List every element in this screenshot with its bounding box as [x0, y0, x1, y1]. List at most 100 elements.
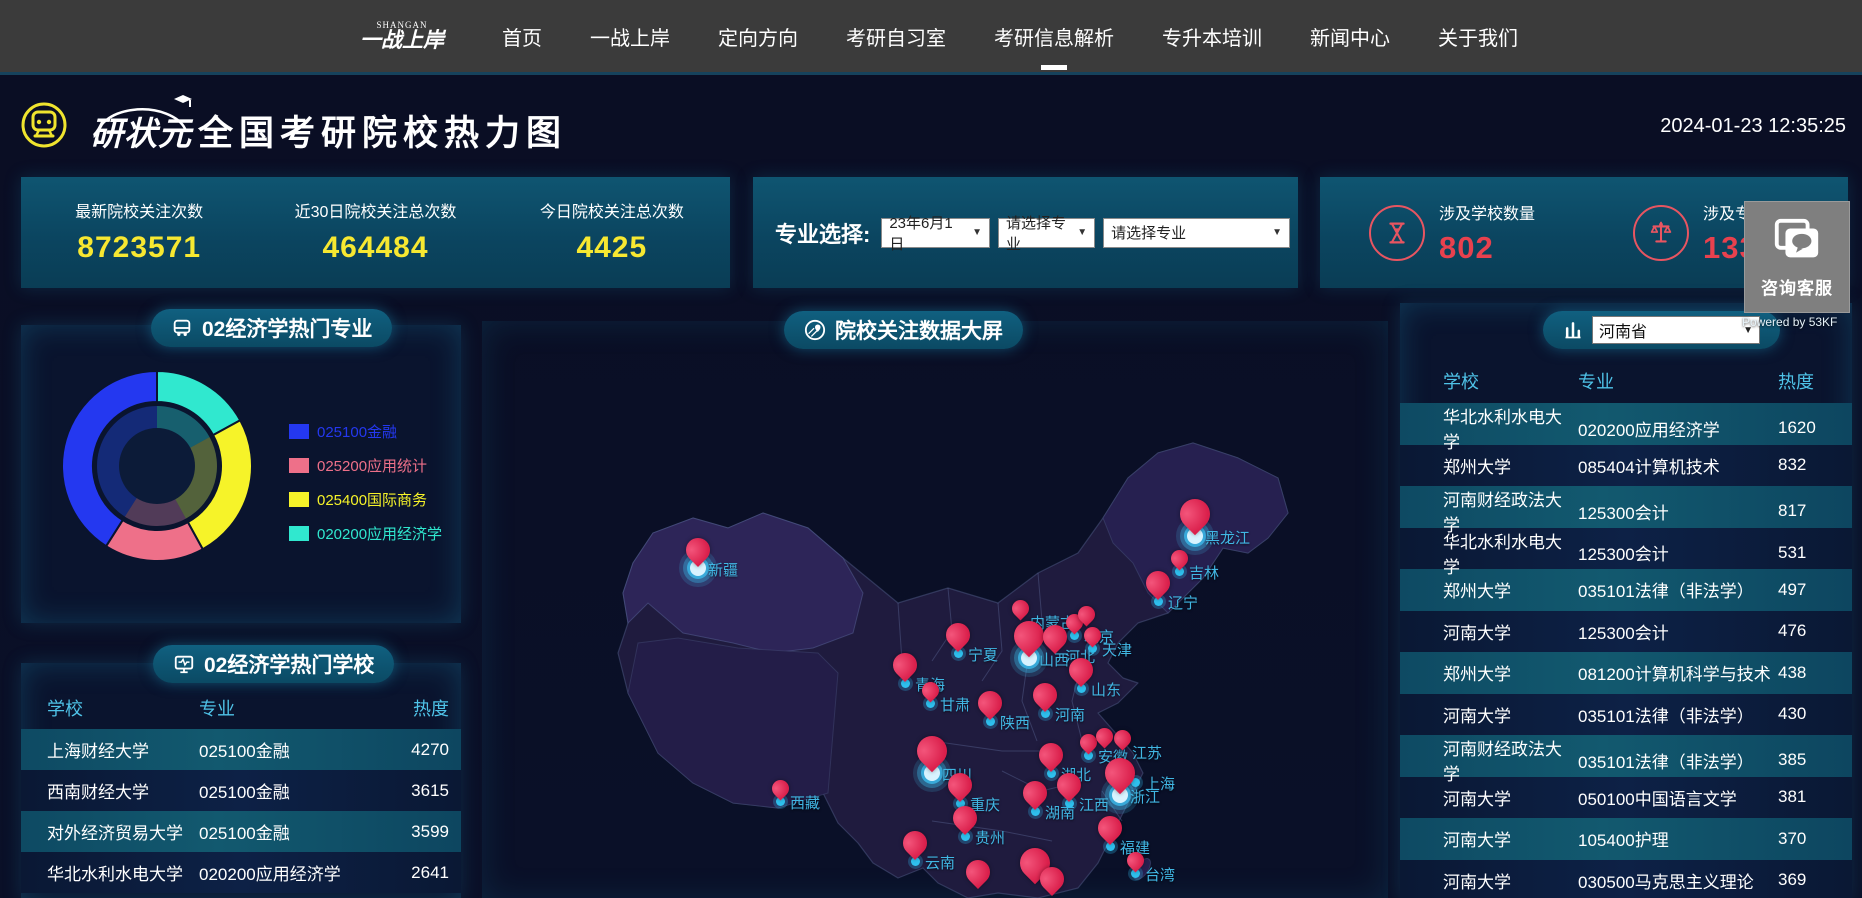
cell-heat: 2641: [359, 863, 461, 883]
pin-label: 河南: [1055, 704, 1085, 725]
legend-item[interactable]: 025100金融: [289, 421, 442, 442]
cell-heat: 430: [1778, 704, 1852, 724]
nav-menu: 首页 一战上岸 定向方向 考研自习室 考研信息解析 专升本培训 新闻中心 关于我…: [478, 0, 1542, 72]
cell-major: 081200计算机科学与技术: [1578, 660, 1778, 685]
site-logo[interactable]: SHANGAN 一战上岸: [360, 21, 444, 51]
nav-item-zixishi[interactable]: 考研自习室: [822, 0, 970, 72]
cell-school: 河南大学: [1443, 868, 1578, 893]
cell-school: 对外经济贸易大学: [47, 819, 199, 844]
stat-value: 464484: [257, 231, 493, 265]
cell-school: 华北水利水电大学: [1443, 528, 1578, 578]
cell-school: 河南大学: [1443, 619, 1578, 644]
major-filter-panel: 专业选择: 23年6月1日 ▼ 请选择专业 ▼ 请选择专业 ▼: [753, 177, 1298, 288]
pin-icon: [1008, 596, 1032, 620]
stat-value: 8723571: [21, 231, 257, 265]
cell-major: 105400护理: [1578, 826, 1778, 851]
cell-major: 125300会计: [1578, 499, 1778, 524]
stat-schools: 涉及学校数量 802: [1320, 177, 1584, 288]
cell-major: 035101法律（非法学）: [1578, 748, 1778, 773]
cell-major: 050100中国语言文学: [1578, 785, 1778, 810]
map-pins-layer: 新疆黑龙江吉林辽宁内蒙古北京天津宁夏山西河北山东青海甘肃陕西河南西藏四川重庆贵州…: [482, 321, 1388, 898]
province-table-body: 华北水利水电大学020200应用经济学1620郑州大学085404计算机技术83…: [1400, 403, 1852, 898]
cell-heat: 381: [1778, 787, 1852, 807]
table-row: 河南财经政法大学035101法律（非法学）385: [1400, 735, 1852, 777]
hot-schools-table-header: 学校 专业 热度: [21, 687, 461, 729]
hot-schools-title: 02经济学热门学校: [204, 649, 374, 679]
stat-value: 802: [1439, 230, 1535, 266]
date-select-value: 23年6月1日: [889, 212, 964, 254]
pin-label: 西藏: [790, 792, 820, 813]
cell-school: 郑州大学: [1443, 660, 1578, 685]
majors-donut-chart: [57, 366, 257, 566]
train-logo-icon: [20, 101, 68, 149]
nav-item-zhuanshengben[interactable]: 专升本培训: [1138, 0, 1286, 72]
dashboard-body: 研状元 全国考研院校热力图 2024-01-23 12:35:25 最新院校关注…: [0, 72, 1862, 898]
filter-label: 专业选择:: [775, 217, 870, 249]
brand-logo: 研状元: [82, 91, 204, 153]
province-select[interactable]: 河南省 ▼: [1592, 316, 1760, 344]
cell-major: 035101法律（非法学）: [1578, 702, 1778, 727]
cell-school: 华北水利水电大学: [47, 860, 199, 885]
pin-label: 陕西: [1000, 712, 1030, 733]
cell-school: 河南大学: [1443, 702, 1578, 727]
nav-item-about[interactable]: 关于我们: [1414, 0, 1542, 72]
pin-label: 台湾: [1145, 864, 1175, 885]
table-row: 华北水利水电大学125300会计531: [1400, 528, 1852, 570]
nav-item-yizhan[interactable]: 一战上岸: [566, 0, 694, 72]
cell-heat: 370: [1778, 829, 1852, 849]
legend-item[interactable]: 025200应用统计: [289, 455, 442, 476]
stat-latest: 最新院校关注次数 8723571: [21, 177, 257, 288]
nav-item-home[interactable]: 首页: [478, 0, 566, 72]
pin-label: 天津: [1102, 639, 1132, 660]
cell-heat: 531: [1778, 543, 1852, 563]
pin-icon: [768, 776, 792, 800]
hot-majors-header: 02经济学热门专业: [151, 309, 392, 347]
col-heat: 热度: [359, 695, 461, 721]
table-row: 河南大学105400护理370: [1400, 818, 1852, 860]
table-row: 西南财经大学025100金融3615: [21, 770, 461, 811]
legend-label: 025200应用统计: [317, 455, 427, 476]
major-select-2[interactable]: 请选择专业 ▼: [1103, 218, 1290, 248]
cell-heat: 497: [1778, 580, 1852, 600]
table-row: 郑州大学081200计算机科学与技术438: [1400, 652, 1852, 694]
stat-label: 今日院校关注总次数: [494, 198, 730, 222]
chart-legend: 025100金融 025200应用统计 025400国际商务 020200应用经济学: [289, 421, 442, 544]
chat-bubble-icon: [1771, 216, 1823, 268]
pin-label: 贵州: [975, 827, 1005, 848]
cell-heat: 369: [1778, 870, 1852, 890]
legend-label: 020200应用经济学: [317, 523, 442, 544]
legend-item[interactable]: 020200应用经济学: [289, 523, 442, 544]
cell-major: 030500马克思主义理论: [1578, 868, 1778, 893]
consult-service-button[interactable]: 咨询客服: [1744, 201, 1850, 313]
cell-school: 河南大学: [1443, 826, 1578, 851]
cell-school: 郑州大学: [1443, 577, 1578, 602]
table-row: 河南大学125300会计476: [1400, 611, 1852, 653]
cell-school: 西南财经大学: [47, 778, 199, 803]
cell-major: 125300会计: [1578, 540, 1778, 565]
major-select-1[interactable]: 请选择专业 ▼: [998, 218, 1095, 248]
col-major: 专业: [199, 695, 359, 721]
hot-schools-header: 02经济学热门学校: [153, 645, 394, 683]
hourglass-icon: [1369, 205, 1425, 261]
pin-label: 辽宁: [1168, 592, 1198, 613]
legend-item[interactable]: 025400国际商务: [289, 489, 442, 510]
legend-label: 025400国际商务: [317, 489, 427, 510]
legend-swatch: [289, 492, 309, 507]
donut-slice: [106, 520, 203, 561]
page-title: 全国考研院校热力图: [198, 105, 567, 156]
cell-school: 华北水利水电大学: [1443, 403, 1578, 453]
scale-icon: [1633, 205, 1689, 261]
cell-heat: 3599: [359, 822, 461, 842]
chevron-down-icon: ▼: [1264, 227, 1282, 238]
cell-heat: 1620: [1778, 418, 1852, 438]
stat-30d: 近30日院校关注总次数 464484: [257, 177, 493, 288]
nav-item-dingxiang[interactable]: 定向方向: [694, 0, 822, 72]
cell-major: 025100金融: [199, 737, 359, 762]
date-select[interactable]: 23年6月1日 ▼: [881, 218, 990, 248]
chevron-down-icon: ▼: [964, 227, 982, 238]
cell-school: 河南大学: [1443, 785, 1578, 810]
nav-item-news[interactable]: 新闻中心: [1286, 0, 1414, 72]
clock-timestamp: 2024-01-23 12:35:25: [1660, 115, 1846, 138]
china-map-panel: 院校关注数据大屏: [482, 321, 1388, 898]
nav-item-xinxijiexi[interactable]: 考研信息解析: [970, 0, 1138, 72]
